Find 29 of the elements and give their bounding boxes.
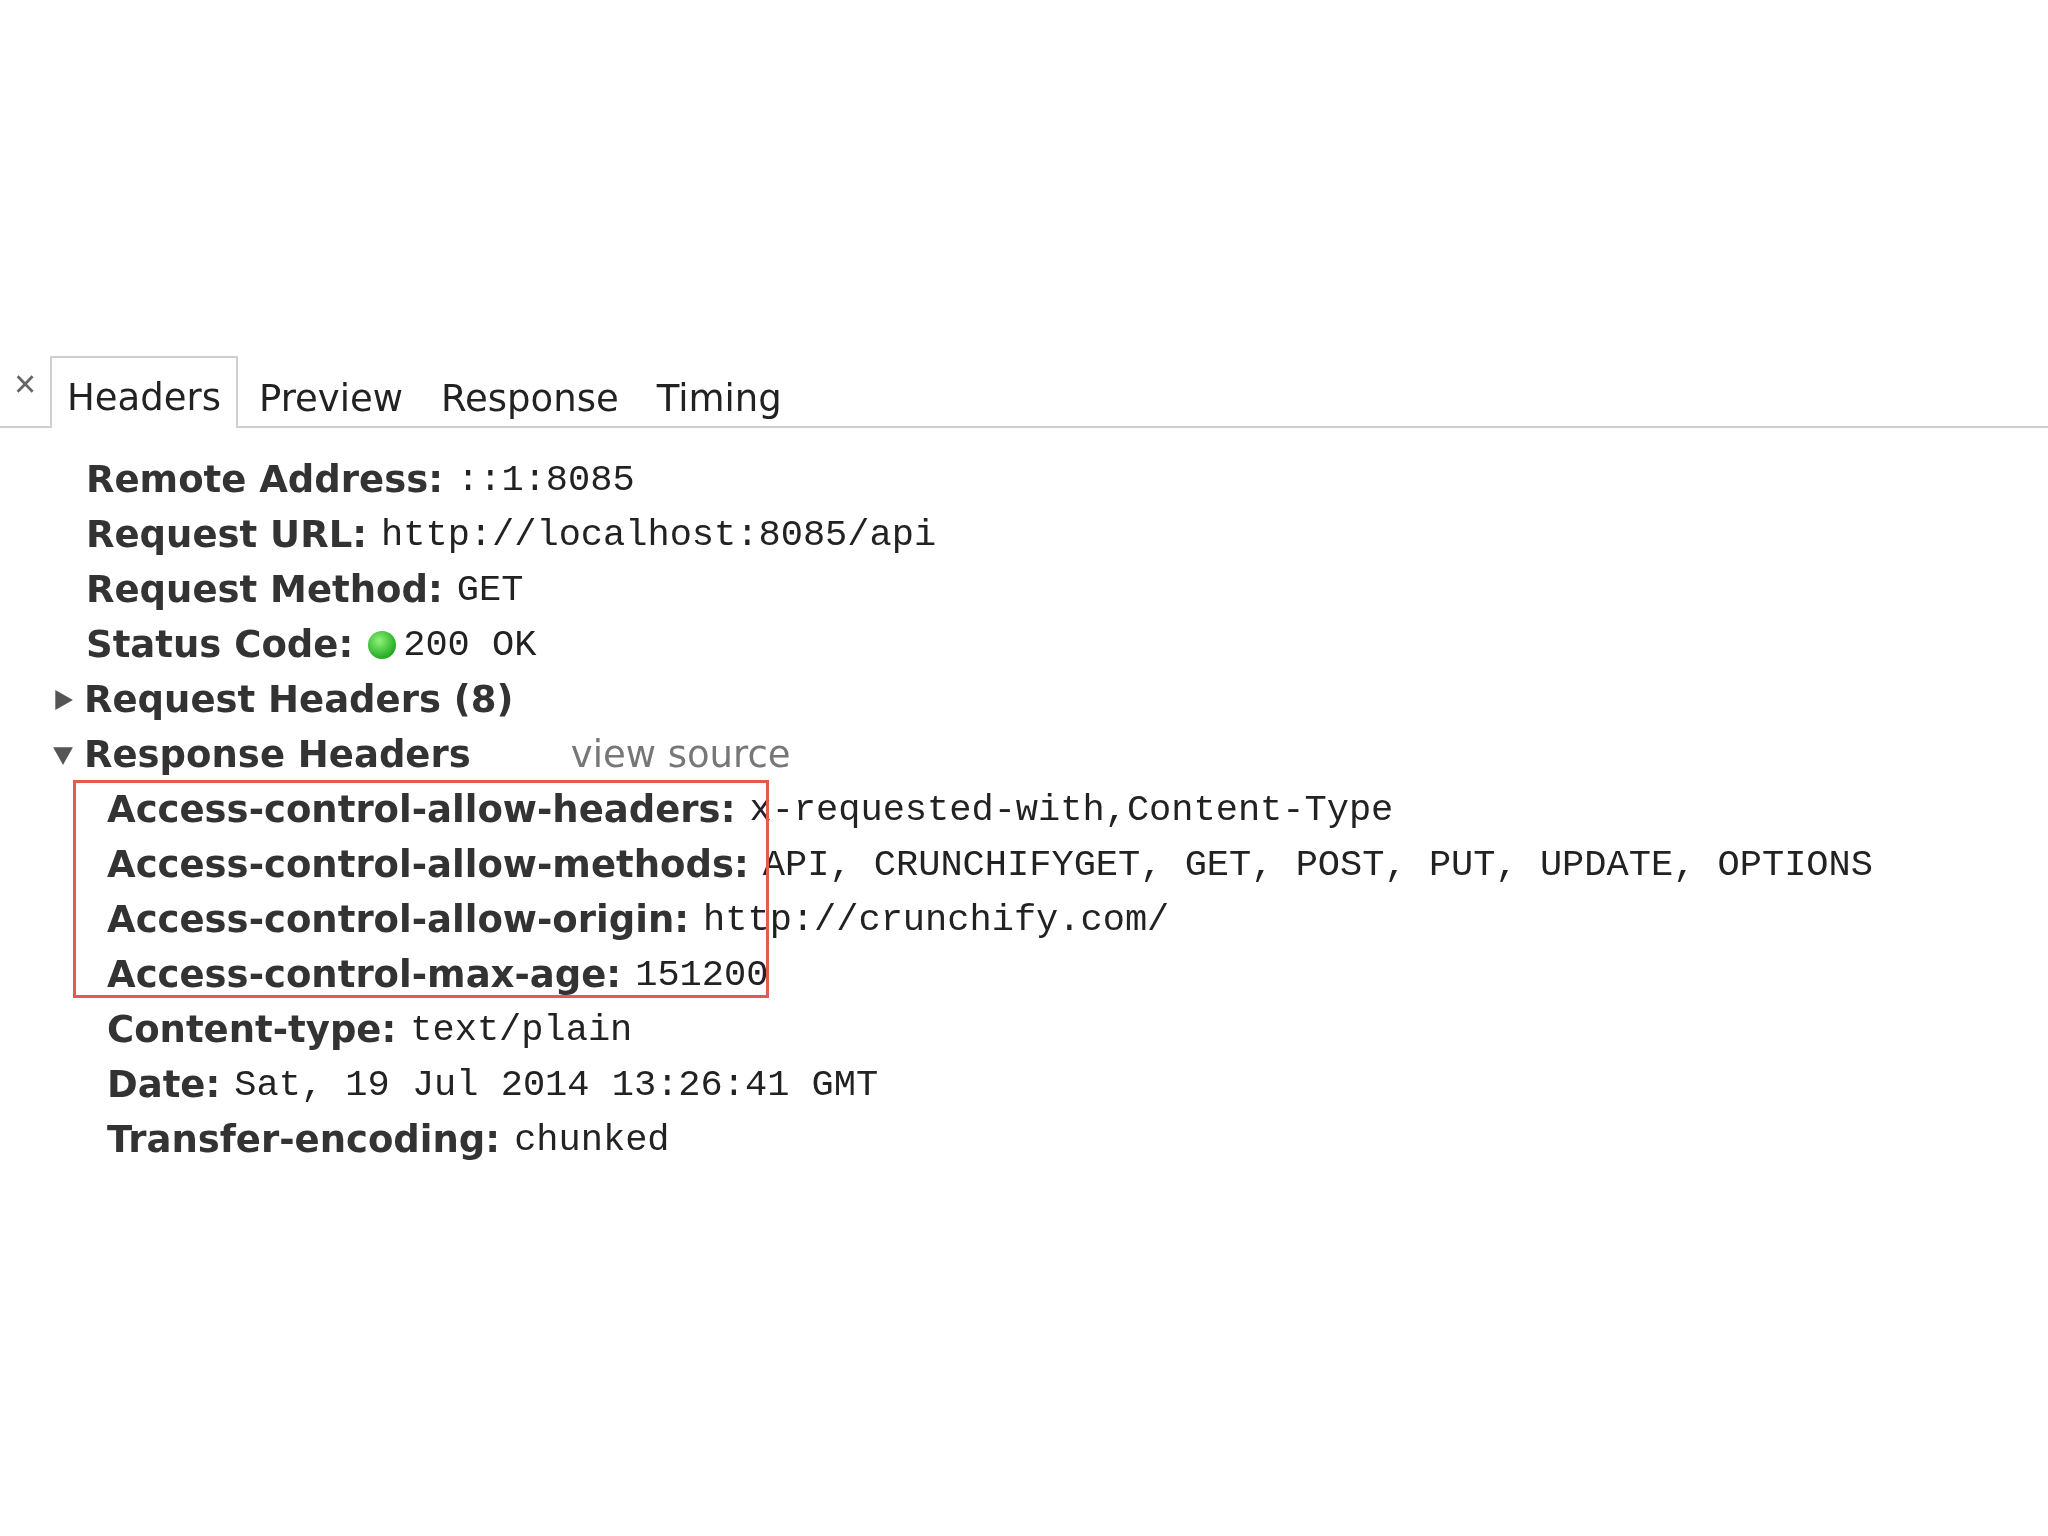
tab[interactable]: Preview — [242, 358, 421, 428]
header-name: Access-control-max-age: — [107, 953, 622, 996]
close-button[interactable]: × — [0, 356, 50, 426]
header-name: Access-control-allow-methods: — [107, 843, 749, 886]
header-name: Access-control-allow-headers: — [107, 788, 736, 831]
tab[interactable]: Headers — [50, 356, 238, 428]
header-value: ::1:8085 — [457, 458, 635, 501]
header-name: Transfer-encoding: — [107, 1118, 501, 1161]
section-title[interactable]: Response Headers — [84, 733, 471, 776]
header-value: Sat, 19 Jul 2014 13:26:41 GMT — [234, 1063, 879, 1106]
collapsed-triangle-icon[interactable] — [52, 688, 74, 711]
header-value: GET — [456, 568, 524, 611]
header-name: Access-control-allow-origin: — [107, 898, 690, 941]
header-value: text/plain — [410, 1008, 633, 1051]
header-name: Remote Address: — [86, 458, 443, 501]
header-value: 151200 — [635, 953, 769, 996]
header-name: Request Method: — [86, 568, 443, 611]
tab[interactable]: Response — [424, 358, 636, 428]
tab[interactable]: Timing — [639, 358, 799, 428]
header-value: 200 OK — [403, 623, 537, 666]
header-name: Content-type: — [107, 1008, 397, 1051]
header-value: chunked — [514, 1118, 670, 1161]
header-name: Date: — [107, 1063, 221, 1106]
header-name: Request URL: — [86, 513, 367, 556]
status-dot-icon — [367, 629, 398, 660]
header-name: Status Code: — [86, 623, 354, 666]
section-title[interactable]: Request Headers (8) — [84, 678, 514, 721]
view-source-link[interactable]: view source — [570, 733, 791, 776]
header-value: http://localhost:8085/api — [381, 513, 937, 556]
